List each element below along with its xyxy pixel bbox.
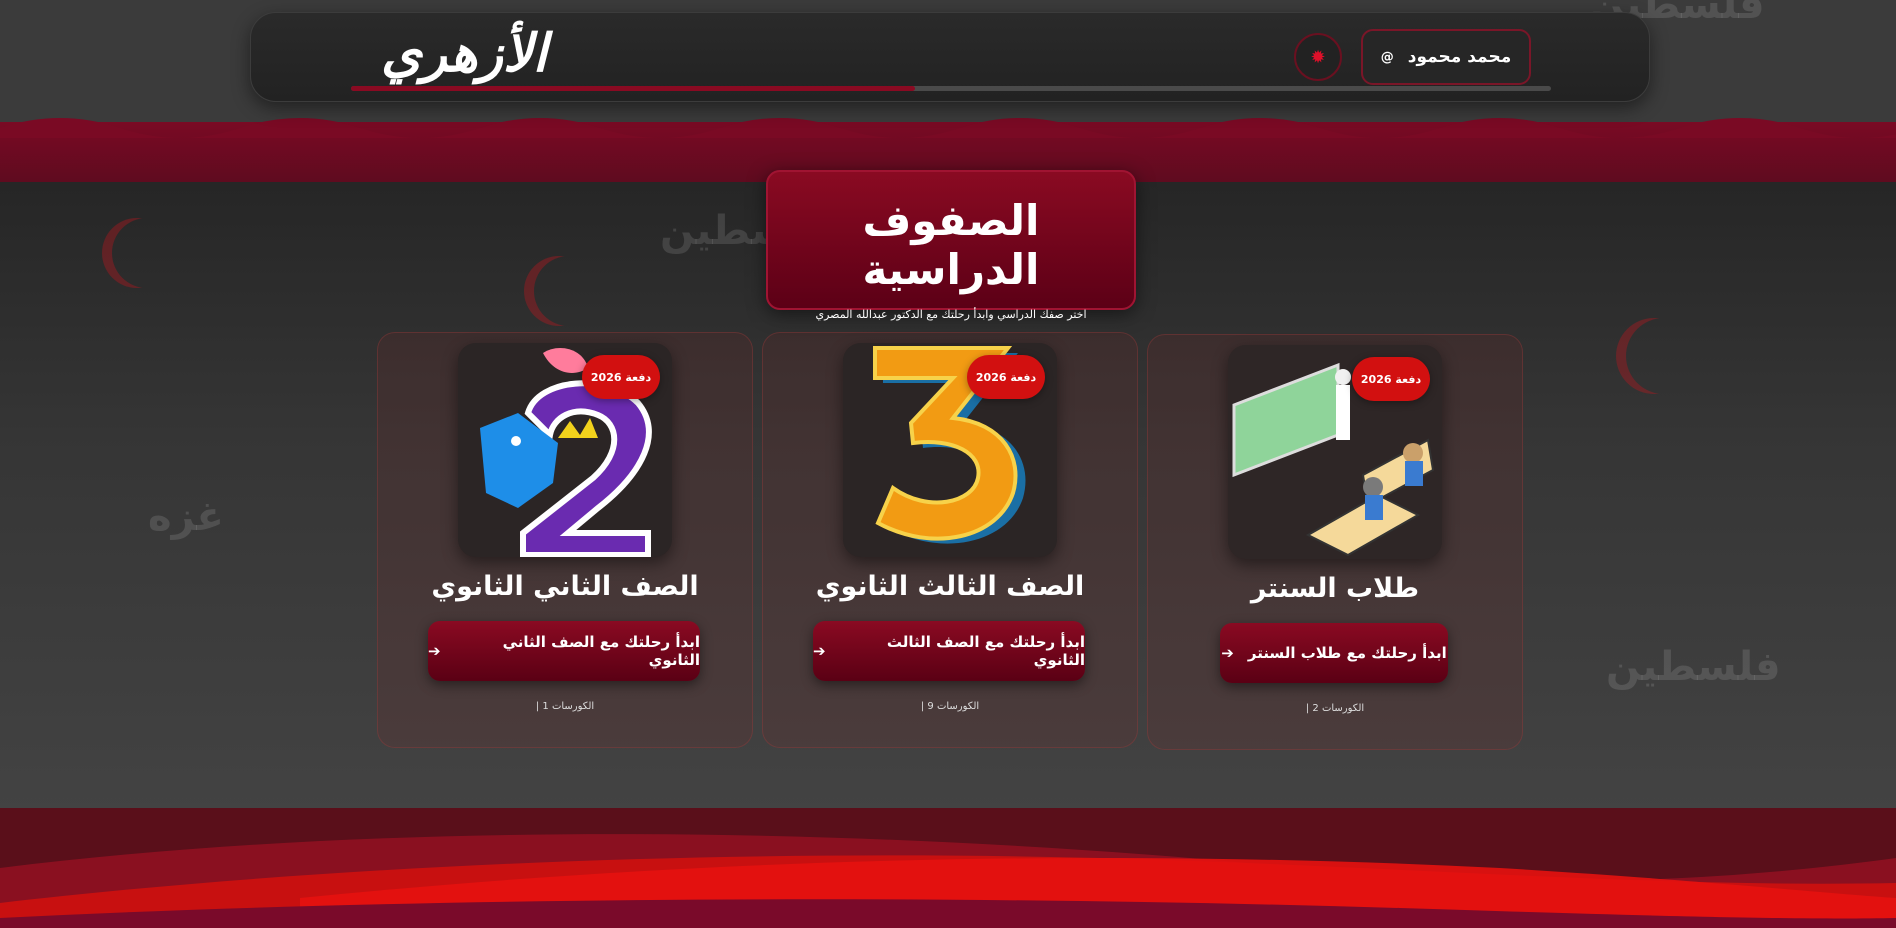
site-logo[interactable]: الأزهري [381,23,547,84]
footer-waves [0,808,1896,928]
batch-badge: دفعة 2026 [1352,357,1430,401]
scroll-progress [351,86,1551,91]
grade-card-third-secondary: دفعة 2026 الصف الثالث الثانوي ابدأ رحلتك… [762,332,1138,748]
grade-title: طلاب السنتر [1250,573,1420,604]
grade-card-center-students: دفعة 2026 طلاب السنتر ابدأ رحلتك مع طلاب… [1147,334,1523,750]
crescent-icon [112,218,182,288]
button-label: ابدأ رحلتك مع الصف الثاني الثانوي [502,633,700,669]
crescent-icon [1626,318,1702,394]
arrow-left-icon: ➔ [813,642,826,660]
arrow-left-icon: ➔ [428,642,441,660]
batch-badge: دفعة 2026 [582,355,660,399]
courses-count: الكورسات 1 | [535,701,595,712]
gear-icon: ✹ [1310,46,1326,68]
header-bar: الأزهري ✹ محمد محمود @ [250,12,1650,102]
start-journey-button[interactable]: ابدأ رحلتك مع طلاب السنتر ➔ [1220,623,1448,683]
courses-count: الكورسات 2 | [1305,703,1365,714]
arrow-left-icon: ➔ [1221,644,1234,662]
courses-count: الكورسات 9 | [920,701,980,712]
section-title: الصفوف الدراسية [862,196,1040,294]
settings-button[interactable]: ✹ [1294,33,1342,81]
user-profile-button[interactable]: محمد محمود @ [1361,29,1531,85]
grade-title: الصف الثاني الثانوي [431,571,699,602]
user-icon: @ [1380,49,1394,65]
crescent-icon [534,256,604,326]
start-journey-button[interactable]: ابدأ رحلتك مع الصف الثالث الثانوي ➔ [813,621,1085,681]
user-name: محمد محمود [1407,47,1512,67]
watermark-text: غزه [148,494,224,540]
button-label: ابدأ رحلتك مع طلاب السنتر [1247,644,1447,662]
scroll-progress-fill [351,86,915,91]
wave-decoration [0,118,1896,138]
section-subtitle: اختر صفك الدراسي وابدأ رحلتك مع الدكتور … [815,308,1087,321]
start-journey-button[interactable]: ابدأ رحلتك مع الصف الثاني الثانوي ➔ [428,621,700,681]
grade-card-second-secondary: دفعة 2026 الصف الثاني الثانوي ابدأ رحلتك… [377,332,753,748]
batch-badge: دفعة 2026 [967,355,1045,399]
watermark-text: فلسطين [1606,644,1781,690]
button-label: ابدأ رحلتك مع الصف الثالث الثانوي [886,633,1085,669]
grade-title: الصف الثالث الثانوي [815,571,1085,602]
section-title-box: الصفوف الدراسية اختر صفك الدراسي وابدأ ر… [766,170,1136,321]
